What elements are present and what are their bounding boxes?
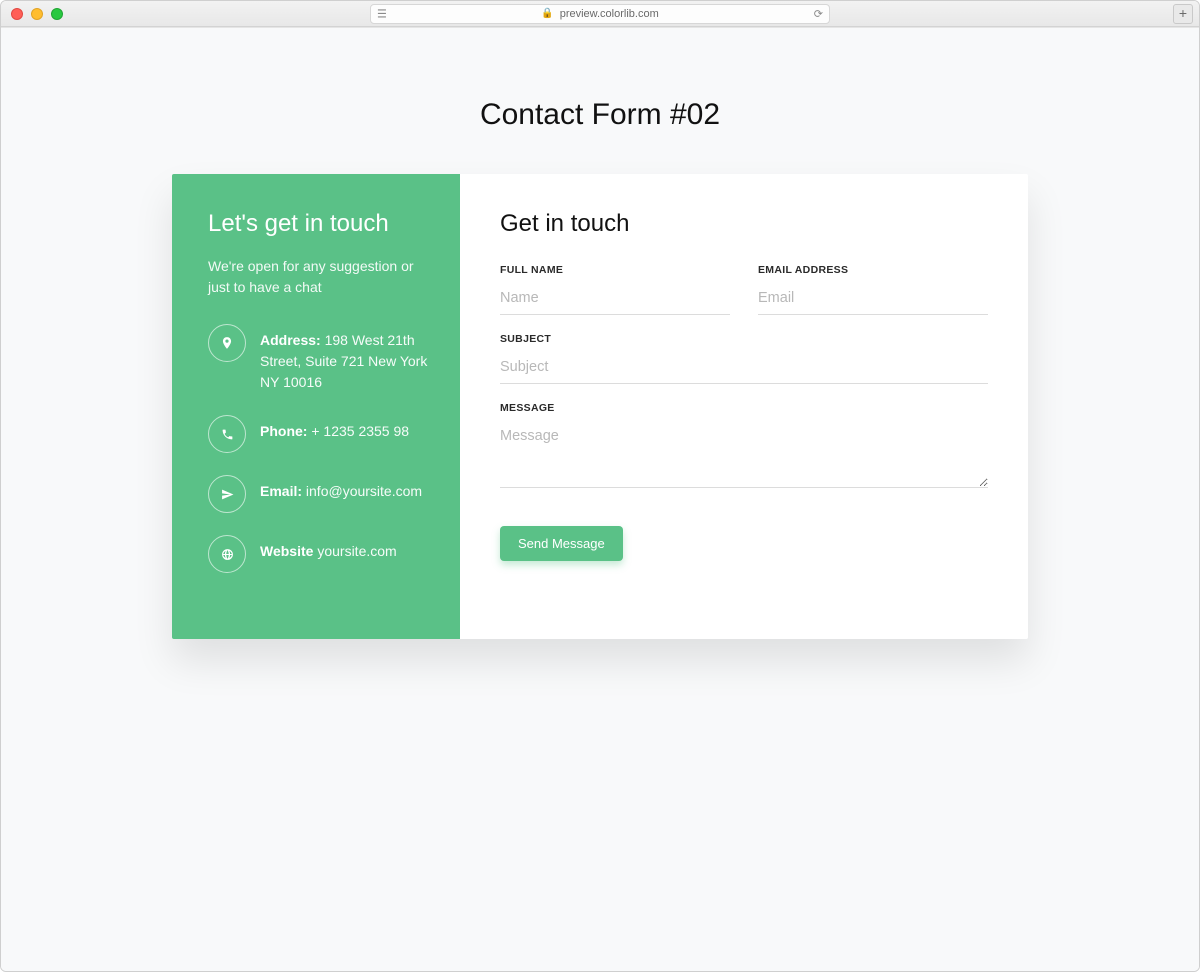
contact-info-panel: Let's get in touch We're open for any su… bbox=[172, 174, 460, 639]
paper-plane-icon bbox=[208, 475, 246, 513]
info-phone: Phone: + 1235 2355 98 bbox=[208, 415, 428, 453]
email-field-group: EMAIL ADDRESS bbox=[758, 264, 988, 315]
map-pin-icon bbox=[208, 324, 246, 362]
send-message-button[interactable]: Send Message bbox=[500, 526, 623, 561]
maximize-window-button[interactable] bbox=[51, 8, 63, 20]
subject-field-group: SUBJECT bbox=[500, 333, 988, 384]
fullname-field-group: FULL NAME bbox=[500, 264, 730, 315]
form-heading: Get in touch bbox=[500, 210, 988, 238]
reload-icon[interactable]: ⟳ bbox=[814, 7, 823, 20]
phone-value[interactable]: + 1235 2355 98 bbox=[311, 423, 409, 439]
address-host: preview.colorlib.com bbox=[560, 8, 659, 20]
info-email: Email: info@yoursite.com bbox=[208, 475, 428, 513]
info-website: Website yoursite.com bbox=[208, 535, 428, 573]
email-value[interactable]: info@yoursite.com bbox=[306, 483, 422, 499]
address-bar-wrap: ☰ 🔒 preview.colorlib.com ⟳ bbox=[370, 4, 830, 24]
close-window-button[interactable] bbox=[11, 8, 23, 20]
info-heading: Let's get in touch bbox=[208, 210, 428, 238]
message-label: MESSAGE bbox=[500, 402, 988, 414]
contact-form-panel: Get in touch FULL NAME EMAIL ADDRESS SUB… bbox=[460, 174, 1028, 639]
subject-input[interactable] bbox=[500, 355, 988, 384]
info-phone-text: Phone: + 1235 2355 98 bbox=[260, 415, 409, 453]
phone-icon bbox=[208, 415, 246, 453]
browser-titlebar: ☰ 🔒 preview.colorlib.com ⟳ + bbox=[1, 1, 1199, 27]
info-address: Address: 198 West 21th Street, Suite 721… bbox=[208, 324, 428, 393]
email-field-label: EMAIL ADDRESS bbox=[758, 264, 988, 276]
page-viewport: Contact Form #02 Let's get in touch We'r… bbox=[1, 27, 1199, 971]
website-label: Website bbox=[260, 543, 313, 559]
message-textarea[interactable] bbox=[500, 424, 988, 488]
address-label: Address: bbox=[260, 332, 321, 348]
address-bar[interactable]: ☰ 🔒 preview.colorlib.com ⟳ bbox=[370, 4, 830, 24]
contact-card: Let's get in touch We're open for any su… bbox=[172, 174, 1028, 639]
subject-label: SUBJECT bbox=[500, 333, 988, 345]
info-email-text: Email: info@yoursite.com bbox=[260, 475, 422, 513]
website-value[interactable]: yoursite.com bbox=[317, 543, 396, 559]
page-title: Contact Form #02 bbox=[1, 98, 1199, 132]
lock-icon: 🔒 bbox=[541, 8, 553, 19]
info-subtext: We're open for any suggestion or just to… bbox=[208, 256, 428, 298]
window-controls bbox=[11, 8, 63, 20]
phone-label: Phone: bbox=[260, 423, 307, 439]
email-label: Email: bbox=[260, 483, 302, 499]
fullname-input[interactable] bbox=[500, 286, 730, 315]
reader-icon: ☰ bbox=[377, 7, 387, 20]
browser-window: ☰ 🔒 preview.colorlib.com ⟳ + Contact For… bbox=[0, 0, 1200, 972]
globe-icon bbox=[208, 535, 246, 573]
message-field-group: MESSAGE bbox=[500, 402, 988, 488]
info-website-text: Website yoursite.com bbox=[260, 535, 397, 573]
info-address-text: Address: 198 West 21th Street, Suite 721… bbox=[260, 324, 428, 393]
email-input[interactable] bbox=[758, 286, 988, 315]
new-tab-button[interactable]: + bbox=[1173, 4, 1193, 24]
minimize-window-button[interactable] bbox=[31, 8, 43, 20]
fullname-label: FULL NAME bbox=[500, 264, 730, 276]
